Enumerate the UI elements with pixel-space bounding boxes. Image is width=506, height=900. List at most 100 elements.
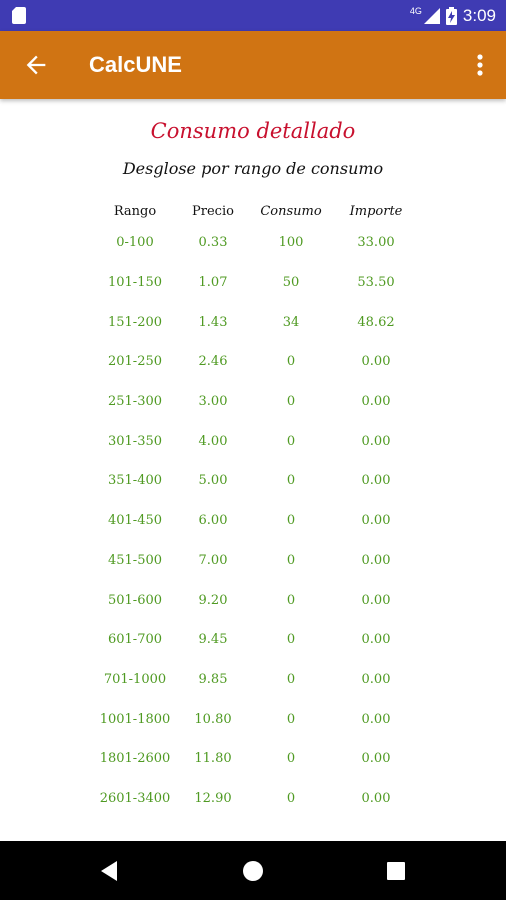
precio-cell: 0.33 <box>198 235 228 251</box>
rango-cell: 101-150 <box>107 275 163 291</box>
rango-cell: 451-500 <box>107 552 163 568</box>
consumo-cell: 100 <box>278 235 304 251</box>
importe-cell: 48.62 <box>357 314 395 330</box>
importe-cell: 0.00 <box>361 790 391 806</box>
app-bar: CalcUNE <box>0 31 506 99</box>
header-precio: Precio <box>192 203 234 219</box>
back-triangle-icon[interactable] <box>95 856 125 886</box>
table-row: 501-600 9.20 0 0.00 <box>92 580 418 620</box>
consumo-cell: 0 <box>286 473 296 489</box>
precio-cell: 4.00 <box>198 433 228 449</box>
recents-square-icon[interactable] <box>381 856 411 886</box>
importe-cell: 0.00 <box>361 354 391 370</box>
precio-cell: 9.20 <box>198 592 228 608</box>
content-area: Consumo detallado Desglose por rango de … <box>0 99 506 841</box>
consumo-cell: 0 <box>286 552 296 568</box>
page-subheading: Desglose por rango de consumo <box>122 159 384 178</box>
table-row: 301-350 4.00 0 0.00 <box>92 421 418 461</box>
table-row: 451-500 7.00 0 0.00 <box>92 541 418 581</box>
consumo-cell: 0 <box>286 632 296 648</box>
precio-cell: 2.46 <box>198 354 228 370</box>
importe-cell: 0.00 <box>361 671 391 687</box>
signal-icon <box>423 7 440 24</box>
table-row: 1001-1800 10.80 0 0.00 <box>92 699 418 739</box>
importe-cell: 53.50 <box>357 275 395 291</box>
importe-cell: 0.00 <box>361 433 391 449</box>
rango-cell: 1001-1800 <box>99 711 171 727</box>
table-row: 1801-2600 11.80 0 0.00 <box>92 739 418 779</box>
precio-cell: 5.00 <box>198 473 228 489</box>
header-consumo: Consumo <box>260 203 322 219</box>
table-body: 0-100 0.33 100 33.00 101-150 1.07 50 53.50 151-2… <box>92 223 418 818</box>
back-arrow-icon[interactable] <box>22 51 50 79</box>
sim-card-icon <box>12 7 26 24</box>
importe-cell: 0.00 <box>361 592 391 608</box>
consumo-cell: 0 <box>286 354 296 370</box>
importe-cell: 0.00 <box>361 513 391 529</box>
rango-cell: 351-400 <box>107 473 163 489</box>
battery-charging-icon <box>445 6 457 25</box>
consumo-cell: 0 <box>286 790 296 806</box>
consumo-cell: 0 <box>286 711 296 727</box>
importe-cell: 0.00 <box>361 473 391 489</box>
table-row: 101-150 1.07 50 53.50 <box>92 263 418 303</box>
precio-cell: 11.80 <box>194 751 232 767</box>
precio-cell: 9.45 <box>198 632 228 648</box>
precio-cell: 3.00 <box>198 394 228 410</box>
page-heading: Consumo detallado <box>150 119 356 143</box>
precio-cell: 9.85 <box>198 671 228 687</box>
table-row: 201-250 2.46 0 0.00 <box>92 342 418 382</box>
home-circle-icon[interactable] <box>238 856 268 886</box>
rango-cell: 0-100 <box>116 235 154 251</box>
table-row: 2601-3400 12.90 0 0.00 <box>92 779 418 819</box>
importe-cell: 0.00 <box>361 751 391 767</box>
consumo-cell: 0 <box>286 592 296 608</box>
table-row: 251-300 3.00 0 0.00 <box>92 382 418 422</box>
status-bar: 4G 3:09 <box>0 0 506 31</box>
table-row: 151-200 1.43 34 48.62 <box>92 302 418 342</box>
precio-cell: 10.80 <box>194 711 232 727</box>
clock: 3:09 <box>462 5 496 25</box>
table-row: 0-100 0.33 100 33.00 <box>92 223 418 263</box>
consumo-cell: 0 <box>286 433 296 449</box>
consumo-cell: 0 <box>286 671 296 687</box>
rango-cell: 501-600 <box>107 592 163 608</box>
precio-cell: 7.00 <box>198 552 228 568</box>
rango-cell: 1801-2600 <box>99 751 171 767</box>
navigation-bar <box>0 841 506 900</box>
consumo-cell: 50 <box>282 275 300 291</box>
table-row: 351-400 5.00 0 0.00 <box>92 461 418 501</box>
rango-cell: 2601-3400 <box>99 790 171 806</box>
consumo-cell: 0 <box>286 394 296 410</box>
table-row: 701-1000 9.85 0 0.00 <box>92 660 418 700</box>
rango-cell: 601-700 <box>107 632 163 648</box>
rango-cell: 401-450 <box>107 513 163 529</box>
precio-cell: 1.07 <box>198 275 228 291</box>
consumption-table: Rango Precio Consumo Importe 0-100 0.33 10… <box>92 199 418 818</box>
header-importe: Importe <box>349 203 403 219</box>
header-rango: Rango <box>113 203 157 219</box>
table-header-row: Rango Precio Consumo Importe <box>92 199 418 223</box>
importe-cell: 0.00 <box>361 394 391 410</box>
rango-cell: 201-250 <box>107 354 163 370</box>
precio-cell: 6.00 <box>198 513 228 529</box>
consumo-cell: 0 <box>286 513 296 529</box>
rango-cell: 301-350 <box>107 433 163 449</box>
importe-cell: 0.00 <box>361 552 391 568</box>
consumo-cell: 0 <box>286 751 296 767</box>
status-icons: 4G 3:09 <box>410 0 496 31</box>
network-type: 4G <box>409 5 422 16</box>
app-title: CalcUNE <box>89 52 182 77</box>
rango-cell: 151-200 <box>107 314 163 330</box>
rango-cell: 251-300 <box>107 394 163 410</box>
importe-cell: 0.00 <box>361 711 391 727</box>
table-row: 601-700 9.45 0 0.00 <box>92 620 418 660</box>
importe-cell: 0.00 <box>361 632 391 648</box>
overflow-menu-icon[interactable] <box>470 51 490 79</box>
consumo-cell: 34 <box>282 314 300 330</box>
precio-cell: 12.90 <box>194 790 232 806</box>
importe-cell: 33.00 <box>357 235 395 251</box>
table-row: 401-450 6.00 0 0.00 <box>92 501 418 541</box>
rango-cell: 701-1000 <box>103 671 167 687</box>
precio-cell: 1.43 <box>198 314 228 330</box>
